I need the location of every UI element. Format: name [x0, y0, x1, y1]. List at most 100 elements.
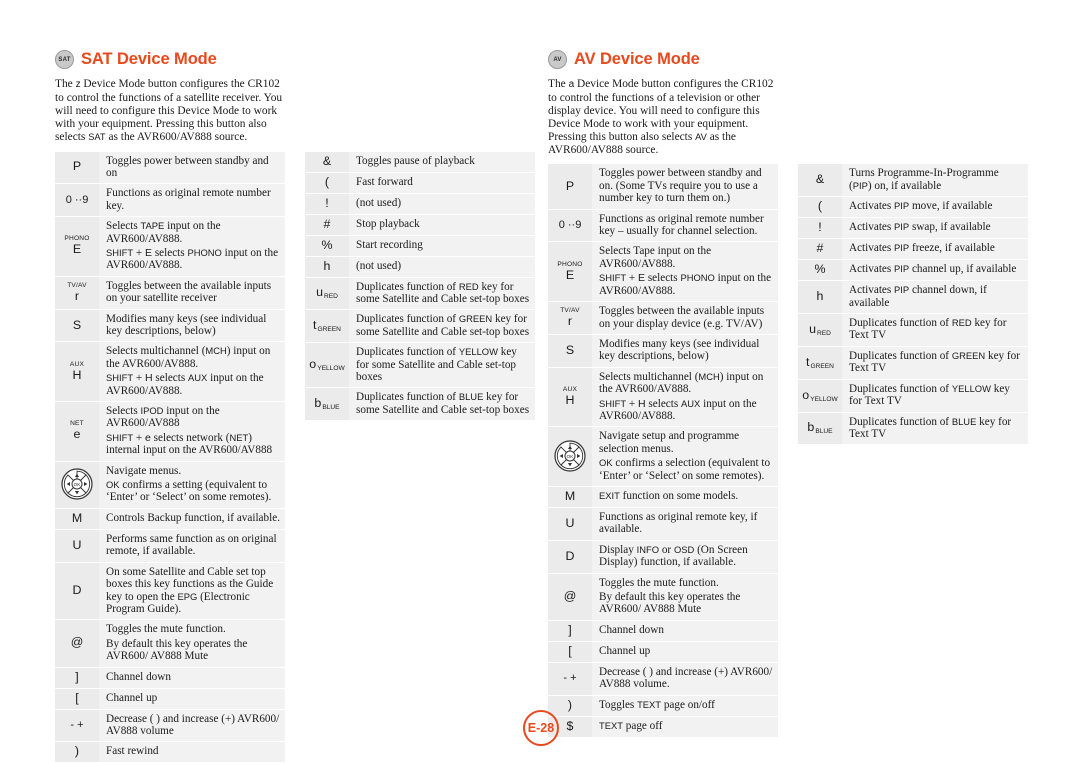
- key-glyph: r: [74, 288, 80, 303]
- key-cell: S: [55, 309, 99, 343]
- key-description: Decrease ( ) and increase (+) AVR600/ AV…: [599, 665, 773, 691]
- key-description: Activates PIP swap, if available: [849, 221, 991, 234]
- sat-intro-prefix: The: [55, 78, 76, 90]
- table-row: b BLUE Duplicates function of BLUE key for…: [305, 387, 535, 422]
- key-cell: AUX H: [548, 367, 592, 428]
- description-cell: Toggles TEXT page on/off: [592, 695, 778, 717]
- table-row: & Turns Programme-In-Programme (PIP) on, …: [798, 164, 1028, 198]
- key-description-secondary: By default this key operates the AVR600/…: [599, 591, 741, 616]
- description-cell: Start recording: [349, 235, 535, 257]
- key-description: Modifies many keys (see individual key d…: [599, 337, 760, 363]
- key-glyph: u: [316, 285, 323, 300]
- key-description: Selects IPOD input on the AVR600/AV888: [106, 405, 220, 430]
- key-cell: D: [548, 540, 592, 574]
- key-cell: &: [305, 151, 349, 173]
- key-glyph: D: [72, 583, 82, 597]
- table-row: % Start recording: [305, 235, 535, 257]
- key-cell: OK: [548, 426, 592, 487]
- key-description: Fast rewind: [106, 745, 159, 758]
- key-description: Duplicates function of YELLOW key for so…: [356, 346, 517, 383]
- key-glyph: H: [565, 393, 575, 408]
- key-glyph-group: u RED: [307, 285, 347, 301]
- table-row: AUX H Selects multichannel (MCH) input on …: [55, 341, 285, 403]
- key-description-secondary: SHIFT + H selects AUX input on the AVR60…: [599, 397, 757, 422]
- key-description: Activates PIP channel up, if available: [849, 263, 1017, 276]
- key-glyph-group: u RED: [800, 322, 840, 337]
- key-cell: b BLUE: [305, 387, 349, 422]
- description-cell: Duplicates function of BLUE key for Text…: [842, 412, 1028, 446]
- table-row: - + Decrease ( ) and increase (+) AVR600/…: [548, 662, 778, 696]
- key-glyph: %: [814, 262, 826, 277]
- key-description: Start recording: [356, 238, 423, 251]
- description-cell: Toggles between the available inputs on …: [99, 276, 285, 310]
- description-cell: Display INFO or OSD (On Screen Display) …: [592, 540, 778, 574]
- key-cell: %: [305, 235, 349, 257]
- table-row: # Activates PIP freeze, if available: [798, 238, 1028, 261]
- table-row: @ Toggles the mute function. By default th…: [548, 573, 778, 621]
- key-description-secondary: OK confirms a setting (equivalent to ‘En…: [106, 479, 272, 504]
- key-cell: o YELLOW: [798, 379, 842, 413]
- sat-section-header: SAT SAT Device Mode: [55, 50, 535, 69]
- description-cell: Duplicates function of GREEN key for som…: [349, 309, 535, 344]
- key-description: Duplicates function of RED key for Text …: [849, 317, 1007, 342]
- description-cell: Toggles the mute function. By default thi…: [592, 573, 778, 621]
- table-row: [Channel up: [548, 641, 778, 663]
- description-cell: Fast rewind: [99, 741, 285, 763]
- key-description: Toggles between the available inputs on …: [599, 305, 765, 330]
- key-cell: TV/AV r: [55, 276, 99, 310]
- description-cell: Channel up: [99, 688, 285, 710]
- key-glyph-inline: E: [638, 272, 646, 285]
- description-cell: Decrease ( ) and increase (+) AVR600/ AV…: [592, 662, 778, 696]
- key-glyph-inline: H: [145, 372, 153, 385]
- key-cell: @: [55, 619, 99, 668]
- key-glyph: U: [72, 537, 82, 552]
- key-description: Decrease ( ) and increase (+) AVR600/ AV…: [106, 712, 280, 737]
- description-cell: Selects IPOD input on the AVR600/AV888 SH…: [99, 401, 285, 462]
- key-glyph: 0 ··9: [558, 218, 582, 231]
- key-color-label: RED: [816, 329, 831, 337]
- key-cell: - +: [548, 662, 592, 696]
- table-row: ] Channel down: [55, 667, 285, 689]
- key-description: Channel down: [599, 623, 664, 636]
- key-glyph: &: [322, 153, 332, 168]
- key-glyph: o: [309, 357, 317, 372]
- key-glyph: (: [817, 199, 823, 214]
- key-color-label: RED: [323, 293, 338, 301]
- key-cell: u RED: [798, 313, 842, 347]
- key-cell: M: [55, 508, 99, 530]
- key-description: Duplicates function of RED key for some …: [356, 280, 530, 305]
- key-description: EXIT function on some models.: [599, 489, 739, 502]
- description-cell: Turns Programme-In-Programme (PIP) on, i…: [842, 164, 1028, 198]
- table-row: o YELLOW Duplicates function of YELLOW key…: [305, 342, 535, 389]
- key-color-label: BLUE: [322, 404, 340, 412]
- description-cell: Duplicates function of GREEN key for Tex…: [842, 346, 1028, 380]
- key-glyph: t: [313, 318, 317, 333]
- key-description: Fast forward: [356, 175, 413, 188]
- key-description: Channel up: [599, 644, 651, 657]
- key-glyph: 0 ··9: [65, 193, 89, 206]
- key-cell: #: [798, 238, 842, 261]
- key-description-secondary: SHIFT + e selects network (NET) internal…: [106, 431, 273, 457]
- description-cell: Channel down: [99, 667, 285, 689]
- key-glyph: #: [816, 241, 824, 256]
- description-cell: Selects multichannel (MCH) input on the …: [592, 367, 778, 428]
- key-glyph: ]: [568, 622, 572, 637]
- description-cell: Toggles the mute function. By default thi…: [99, 619, 285, 668]
- description-cell: Fast forward: [349, 172, 535, 194]
- key-glyph: r: [567, 314, 573, 328]
- description-cell: Activates PIP freeze, if available: [842, 238, 1028, 261]
- av-section-title: AV Device Mode: [574, 50, 700, 68]
- table-row: u RED Duplicates function of RED key for s…: [305, 277, 535, 311]
- table-row: OK Navigate setup and programme selection…: [548, 426, 778, 487]
- table-row: U Functions as original remote key, if av…: [548, 507, 778, 541]
- av-key-table-left: P Toggles power between standby and on. (…: [548, 164, 778, 738]
- key-description: Duplicates function of GREEN key for som…: [356, 313, 530, 338]
- description-cell: Functions as original remote number key …: [592, 209, 778, 243]
- key-description: On some Satellite and Cable set top boxe…: [106, 565, 274, 615]
- key-glyph-inline: e: [145, 431, 151, 444]
- key-glyph: M: [71, 510, 83, 525]
- sat-intro-paragraph: The z Device Mode button configures the …: [55, 78, 285, 144]
- key-glyph: @: [563, 588, 577, 603]
- key-cell: (: [305, 172, 349, 194]
- key-description: TEXT page off: [599, 719, 663, 732]
